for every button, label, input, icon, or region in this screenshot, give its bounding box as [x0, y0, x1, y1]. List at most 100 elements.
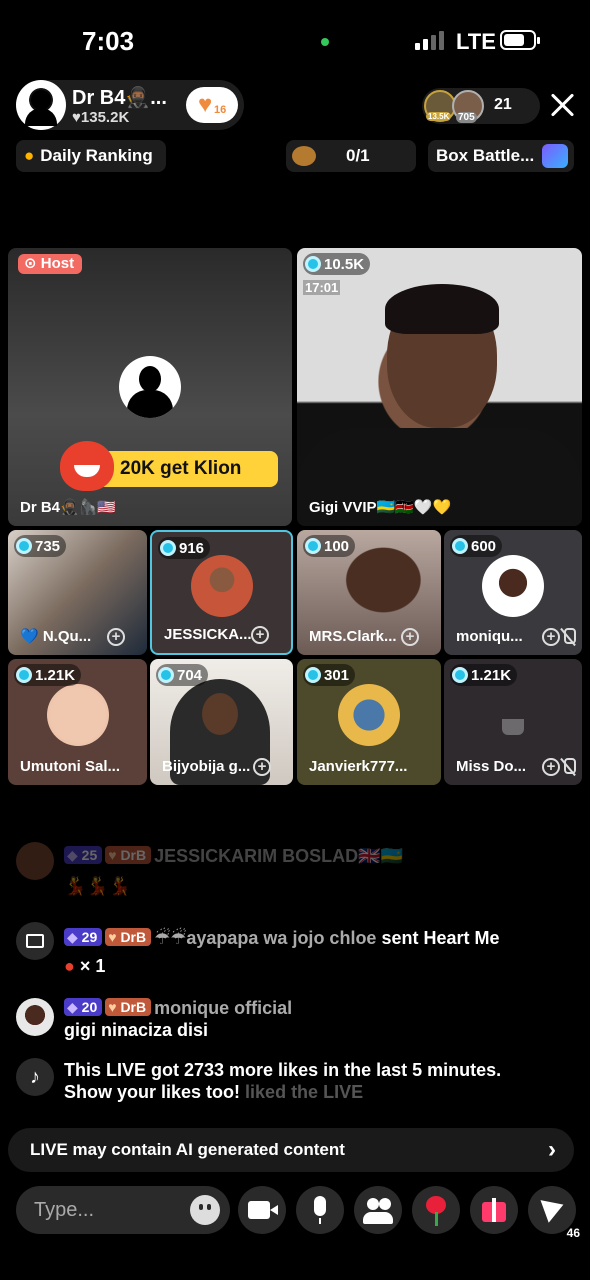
guest-score: 916 — [158, 537, 211, 559]
multi-guest-button[interactable] — [354, 1186, 402, 1234]
status-bar: 7:03 LTE — [0, 0, 590, 80]
comment-input[interactable]: Type... — [16, 1186, 230, 1234]
close-icon[interactable] — [548, 90, 578, 120]
coffee-cup-icon — [502, 719, 524, 735]
guest-tile[interactable]: 1.21K Umutoni Sal... — [8, 659, 147, 785]
guest-avatar — [482, 554, 544, 617]
guest-tile[interactable]: 735 💙 N.Qu... + — [8, 530, 147, 655]
chat-username: monique official — [154, 998, 293, 1018]
coin-icon — [16, 667, 32, 683]
fan-badge: DrB — [105, 928, 152, 946]
klion-promo-label: 20K get Klion — [120, 458, 242, 479]
guest-tile[interactable]: 1.21K Miss Do... + — [444, 659, 582, 785]
guest-tile-main[interactable]: 10.5K 17:01 Gigi VVIP🇷🇼🇰🇪🤍💛 — [297, 248, 582, 526]
share-button[interactable]: 46 — [528, 1186, 580, 1240]
level-badge: 25 — [64, 846, 103, 864]
guest-tile[interactable]: 704 Bijyobija g... + — [150, 659, 293, 785]
rose-gift-button[interactable] — [412, 1186, 460, 1234]
fan-level: 16 — [214, 104, 227, 116]
guest-name: Bijyobija g... — [162, 758, 251, 775]
emoji-icon[interactable] — [190, 1195, 220, 1225]
guest-tile[interactable]: 301 Janvierk777... — [297, 659, 441, 785]
gift-button[interactable] — [470, 1186, 518, 1234]
follow-plus-icon[interactable]: + — [542, 758, 560, 776]
gift-action: sent Heart Me — [381, 928, 500, 948]
guest-tile[interactable]: 916 JESSICKA... + — [150, 530, 293, 655]
coin-icon — [305, 256, 321, 272]
tiktok-icon: ♪ — [16, 1058, 54, 1096]
fan-badge: DrB — [105, 846, 152, 864]
signal-icon — [415, 30, 444, 50]
daily-ranking-button[interactable]: ● Daily Ranking — [16, 140, 166, 172]
viewer-count: 21 — [494, 96, 512, 113]
user-avatar[interactable] — [16, 842, 54, 880]
mic-indicator-icon — [321, 38, 329, 46]
comment-placeholder: Type... — [34, 1199, 95, 1221]
gift-message[interactable]: 29DrB☔☔ayapapa wa jojo chloe sent Heart … — [16, 922, 576, 982]
guest-tile[interactable]: 100 MRS.Clark... + — [297, 530, 441, 655]
coin-icon — [452, 667, 468, 683]
microphone-button[interactable] — [296, 1186, 344, 1234]
chat-username: JESSICKARIM BOSLAD🇬🇧🇷🇼 — [154, 846, 403, 866]
fan-club-button[interactable]: ♥ 16 — [186, 87, 238, 123]
guest-name: Gigi VVIP🇷🇼🇰🇪🤍💛 — [309, 499, 452, 516]
coin-icon — [305, 667, 321, 683]
chat-line: 20DrBmonique official — [64, 998, 292, 1019]
chat-message[interactable]: 25DrBJESSICKARIM BOSLAD🇬🇧🇷🇼 💃💃💃 — [16, 842, 576, 896]
viewer-badge: 705 — [456, 112, 477, 123]
guest-name: Umutoni Sal... — [20, 758, 121, 775]
follow-plus-icon[interactable]: + — [107, 628, 125, 646]
camera-button[interactable] — [238, 1186, 286, 1234]
box-battle-button[interactable]: Box Battle... — [428, 140, 574, 172]
guest-name: MRS.Clark... — [309, 628, 397, 645]
camera-icon — [248, 1201, 278, 1219]
klion-promo-button[interactable]: 20K get Klion — [60, 441, 278, 491]
box-battle-label: Box Battle... — [436, 146, 535, 165]
guest-name: Janvierk777... — [309, 758, 408, 775]
guest-score: 1.21K — [14, 664, 82, 686]
coin-icon — [452, 538, 468, 554]
microphone-icon — [314, 1196, 326, 1224]
mic-muted-icon — [560, 628, 576, 646]
guest-avatar — [46, 684, 109, 746]
chat-message[interactable]: 20DrBmonique official gigi ninaciza disi — [16, 996, 576, 1042]
goal-progress: 0/1 — [346, 146, 370, 165]
host-info[interactable]: Dr B4🥷🏾... ♥135.2K ♥ 16 — [16, 80, 244, 130]
host-tile[interactable]: ⊙ Host 20K get Klion Dr B4🥷🏾🦍🇺🇸 — [8, 248, 292, 526]
box-battle-icon — [542, 144, 568, 168]
viewer-badge: 13.5K — [426, 112, 452, 121]
ai-content-notice[interactable]: LIVE may contain AI generated content › — [8, 1128, 574, 1172]
host-tile-name: Dr B4🥷🏾🦍🇺🇸 — [20, 499, 117, 516]
guest-score: 1.21K — [450, 664, 518, 686]
host-avatar[interactable] — [16, 80, 66, 130]
system-faded-text: liked the LIVE — [245, 1082, 364, 1102]
guest-score: 600 — [450, 535, 503, 557]
clock: 7:03 — [82, 26, 135, 56]
goal-button[interactable]: 0/1 — [286, 140, 416, 172]
guest-avatar — [338, 684, 400, 746]
fan-badge: DrB — [105, 998, 152, 1016]
guest-name: JESSICKA... — [164, 626, 252, 643]
battery-icon — [500, 30, 540, 50]
mic-muted-icon — [560, 758, 576, 776]
top-viewers[interactable]: 13.5K 705 21 — [422, 88, 540, 124]
host-tile-avatar — [119, 356, 181, 418]
host-likes: ♥135.2K — [72, 109, 130, 126]
ai-content-label: LIVE may contain AI generated content — [30, 1140, 345, 1159]
heart-me-gift-icon: ● — [64, 956, 75, 976]
system-line2-text: Show your likes too! — [64, 1082, 241, 1102]
guest-tile[interactable]: 600 moniqu... + — [444, 530, 582, 655]
follow-plus-icon[interactable]: + — [251, 626, 269, 644]
level-badge: 29 — [64, 928, 103, 946]
coin-icon — [305, 538, 321, 554]
gift-icon — [16, 922, 54, 960]
follow-plus-icon[interactable]: + — [542, 628, 560, 646]
people-icon — [367, 1198, 379, 1210]
chat-text: 💃💃💃 — [64, 876, 132, 896]
user-avatar[interactable] — [16, 998, 54, 1036]
heart-icon: ♥ — [198, 91, 213, 118]
follow-plus-icon[interactable]: + — [401, 628, 419, 646]
follow-plus-icon[interactable]: + — [253, 758, 271, 776]
share-arrow-icon — [540, 1193, 568, 1223]
guest-timer: 17:01 — [303, 280, 341, 295]
